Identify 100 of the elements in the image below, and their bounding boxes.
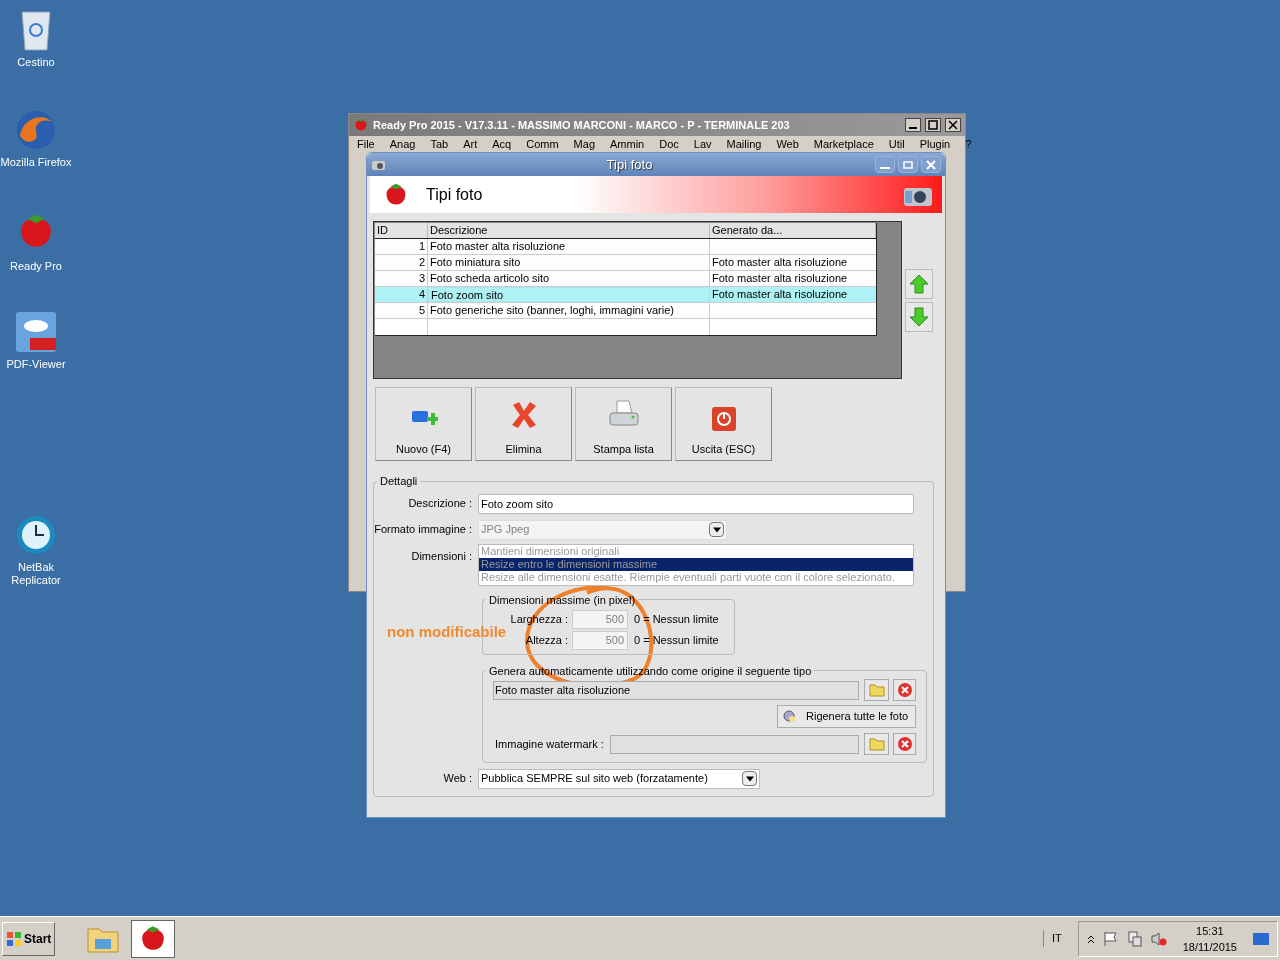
field-label: Immagine watermark : [494,736,604,752]
menu-item[interactable]: Plugin [919,138,951,150]
globe-fox-icon [14,108,58,152]
close-icon [926,159,936,170]
maximize-button[interactable] [925,118,941,132]
header-title: Tipi foto [426,184,484,205]
windows-logo-icon [6,930,22,947]
menu-item[interactable]: Mailing [726,138,762,150]
move-down-button[interactable] [905,302,933,332]
desktop-icon[interactable]: PDF-Viewer [0,310,72,371]
desktop-icon[interactable] [1253,932,1269,945]
menu-item[interactable]: Marketplace [813,138,874,150]
strawberry-icon [353,117,369,133]
table-cell: Foto master alta risoluzione [428,239,710,254]
folder-icon [868,683,885,697]
gear-magnifier-icon [782,708,798,725]
table-row[interactable]: 2 Foto miniatura sito Foto master alta risoluzione [375,255,876,271]
clear-button[interactable] [893,679,916,701]
table-row[interactable]: 1 Foto master alta risoluzione [375,239,876,255]
toolbar-button[interactable]: Uscita (ESC) [675,387,772,461]
field-label: Descrizione : [407,496,473,512]
menu-item[interactable]: Ammin [610,138,645,150]
menu-item[interactable]: Mag [573,138,595,150]
caret-icon [712,526,721,533]
field-hint: 0 = Nessun limite [634,633,719,649]
source-type-field[interactable]: Foto master alta risoluzione [493,680,859,700]
table-cell-text: Foto master alta risoluzione [711,255,849,270]
clock-icon [14,513,58,557]
toolbar-button[interactable]: Stampa lista [575,387,672,461]
column-header[interactable]: Descrizione [428,223,710,238]
table-cell: Foto zoom sito [428,287,710,302]
desktop-icon[interactable]: Cestino [0,8,72,69]
column-header[interactable]: Generato da... [710,223,876,238]
close-icon [896,682,913,698]
language-indicator[interactable]: IT [1042,930,1070,947]
web-select[interactable]: Pubblica SEMPRE sul sito web (forzatamente) [478,768,760,789]
table-cell: 4 [375,287,428,302]
folder-icon [868,737,885,751]
table-cell: 3 [375,271,428,286]
start-button[interactable]: Start [2,921,56,956]
menu-item[interactable]: Anag [389,138,416,150]
menu-item[interactable]: File [357,138,375,150]
clock-date: 18/11/2015 [1182,939,1237,955]
menu-item[interactable]: Doc [659,138,679,150]
browse-button[interactable] [864,733,889,755]
field-label: Dimensioni : [410,548,473,564]
close-button[interactable] [945,118,961,132]
maximize-icon [928,120,938,130]
table-row[interactable]: 5 Foto generiche sito (banner, loghi, immagini varie) [375,303,876,319]
window-title: Ready Pro 2015 - V17.3.11 - MASSIMO MARCONI - MARCO - P - TERMINALE 203 [373,117,791,133]
clear-button[interactable] [893,733,916,755]
chevron-up-icon [1086,933,1095,944]
toolbar-button[interactable]: Elimina [475,387,572,461]
menu-item[interactable]: Acq [492,138,512,150]
minimize-icon [909,127,917,129]
speaker-muted-icon [1150,930,1167,947]
watermark-field[interactable] [609,734,859,754]
browse-button[interactable] [864,679,889,701]
toolbar-button[interactable]: Nuovo (F4) [375,387,472,461]
group-title: Dettagli [379,474,419,489]
table-row[interactable]: 3 Foto scheda articolo sito Foto master alta risoluzione [375,271,876,287]
network-icon [1126,930,1143,947]
arrow-down-icon [909,307,929,327]
regenerate-button[interactable]: Rigenera tutte le foto [777,705,916,728]
caret-icon [745,775,754,782]
annotation-text: non modificabile [387,622,507,642]
close-icon [948,120,958,130]
field-label: Formato immagine : [374,522,473,538]
table-cell: 2 [375,255,428,270]
table-cell: Foto miniatura sito [428,255,710,270]
menu-item[interactable]: Web [776,138,799,150]
menu-item[interactable]: Lav [693,138,712,150]
menu-item[interactable]: Comm [526,138,559,150]
move-up-button[interactable] [905,269,933,299]
table-cell: Foto generiche sito (banner, loghi, immagini varie) [428,303,710,318]
menu-item[interactable]: Tab [430,138,449,150]
menu-item[interactable]: Art [463,138,478,150]
column-header[interactable]: ID [375,223,428,238]
desktop-icon[interactable]: Ready Pro [0,208,72,273]
table-row[interactable]: 4 Foto zoom sito Foto master alta risoluzione [375,287,876,303]
description-field[interactable]: Foto zoom sito [478,493,914,514]
maximize-icon [903,159,913,170]
menu-item[interactable]: Util [888,138,905,150]
table-cell: 1 [375,239,428,254]
arrow-up-icon [909,274,929,294]
dropdown-button[interactable] [742,771,757,786]
power-icon [711,406,736,431]
desktop-icon[interactable]: NetBak Replicator [0,513,72,587]
table-cell-text: Foto master alta risoluzione [711,287,849,302]
taskbar-app[interactable] [131,919,176,958]
minimize-button[interactable] [905,118,921,132]
desktop-icon[interactable]: Mozilla Firefox [0,108,72,169]
flag-icon [1102,930,1119,947]
field-label: Web : [442,771,473,787]
menu-item[interactable]: ? [965,138,972,150]
table-cell: Foto scheda articolo sito [428,271,710,286]
trash-bin-icon [18,8,54,52]
pdf-document-icon [14,310,58,354]
dialog-title: Tipi foto [605,155,654,174]
table-cell: 5 [375,303,428,318]
